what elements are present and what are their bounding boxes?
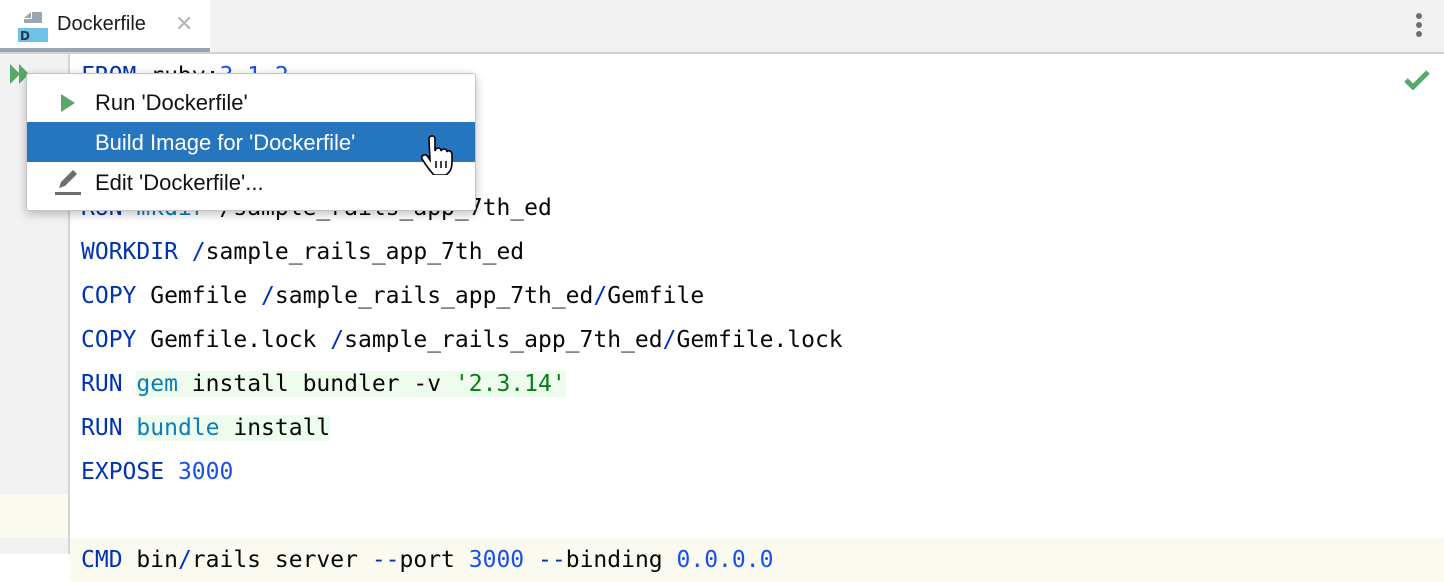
close-icon[interactable]: ✕ — [175, 12, 193, 37]
svg-text:D: D — [20, 29, 30, 42]
code-token: gem — [136, 371, 178, 397]
code-token: bundle — [136, 415, 220, 441]
code-line[interactable]: EXPOSE 3000 — [70, 450, 1444, 494]
code-token: COPY — [81, 327, 137, 353]
code-line[interactable]: RUN gem install bundler -v '2.3.14' — [70, 362, 1444, 406]
code-token: sample_rails_app_7th_ed — [205, 239, 525, 265]
code-text: COPY Gemfile.lock /sample_rails_app_7th_… — [81, 318, 843, 362]
code-token: port — [399, 547, 469, 573]
menu-item-label: Run 'Dockerfile' — [95, 90, 248, 115]
code-token: / — [177, 547, 192, 573]
more-vertical-icon[interactable] — [1412, 13, 1426, 41]
code-token: / — [191, 239, 206, 265]
code-text: EXPOSE 3000 — [81, 450, 233, 494]
code-token: binding — [565, 547, 677, 573]
code-token: CMD — [81, 547, 123, 573]
menu-item-build-image[interactable]: Build Image for 'Dockerfile' — [27, 122, 475, 162]
code-token: 3000 — [468, 547, 525, 573]
run-icon — [61, 94, 75, 112]
code-token: install — [219, 415, 331, 441]
code-token: / — [662, 327, 677, 353]
code-line[interactable]: CMD bin/rails server --port 3000 --bindi… — [70, 538, 1444, 582]
code-text: RUN bundle install — [81, 406, 331, 450]
code-token: '2.3.14' — [454, 371, 566, 397]
code-token: / — [261, 283, 275, 309]
gutter-context-menu: Run 'Dockerfile' Build Image for 'Docker… — [26, 73, 476, 211]
checkmark-icon[interactable] — [1404, 68, 1430, 90]
current-line-gutter — [0, 494, 68, 538]
code-token: install bundler -v — [177, 371, 455, 397]
code-line[interactable]: WORKDIR /sample_rails_app_7th_ed — [70, 230, 1444, 274]
code-line[interactable] — [70, 494, 1444, 538]
hand-cursor-icon — [420, 135, 453, 175]
code-token: Gemfile — [136, 283, 262, 309]
code-token: COPY — [81, 283, 137, 309]
code-line[interactable]: COPY Gemfile.lock /sample_rails_app_7th_… — [70, 318, 1444, 362]
code-token: sample_rails_app_7th_ed — [274, 283, 594, 309]
code-token: 3000 — [177, 459, 234, 485]
code-token: -- — [371, 547, 400, 573]
editor-tab-bar: D Dockerfile ✕ — [0, 0, 1444, 54]
dockerfile-icon: D — [18, 12, 48, 42]
code-token: Gemfile — [607, 283, 705, 309]
code-token: EXPOSE — [81, 459, 165, 485]
code-token: rails server — [191, 547, 372, 573]
code-token: RUN — [81, 415, 123, 441]
code-token: / — [593, 283, 608, 309]
menu-item-run[interactable]: Run 'Dockerfile' — [27, 82, 475, 122]
code-line[interactable]: RUN bundle install — [70, 406, 1444, 450]
code-text: WORKDIR /sample_rails_app_7th_ed — [81, 230, 524, 274]
code-token: bin — [122, 547, 178, 573]
code-text: COPY Gemfile /sample_rails_app_7th_ed/Ge… — [81, 274, 704, 318]
code-token: WORKDIR — [81, 239, 178, 265]
code-line[interactable]: COPY Gemfile /sample_rails_app_7th_ed/Ge… — [70, 274, 1444, 318]
menu-item-label: Edit 'Dockerfile'... — [95, 170, 264, 195]
code-token: Gemfile.lock — [676, 327, 843, 353]
tab-label: Dockerfile — [57, 13, 146, 35]
code-token: 0.0.0.0 — [676, 547, 774, 573]
code-token: -- — [538, 547, 566, 573]
menu-item-label: Build Image for 'Dockerfile' — [95, 130, 356, 155]
edit-icon — [55, 170, 81, 195]
code-token: / — [330, 327, 345, 353]
menu-item-edit[interactable]: Edit 'Dockerfile'... — [27, 162, 475, 202]
code-text: RUN gem install bundler -v '2.3.14' — [81, 362, 566, 406]
tab-dockerfile[interactable]: D Dockerfile ✕ — [0, 0, 210, 52]
code-token: sample_rails_app_7th_ed — [344, 327, 663, 353]
code-token: RUN — [81, 371, 123, 397]
code-token: Gemfile.lock — [136, 327, 331, 353]
code-text: CMD bin/rails server --port 3000 --bindi… — [81, 538, 773, 582]
